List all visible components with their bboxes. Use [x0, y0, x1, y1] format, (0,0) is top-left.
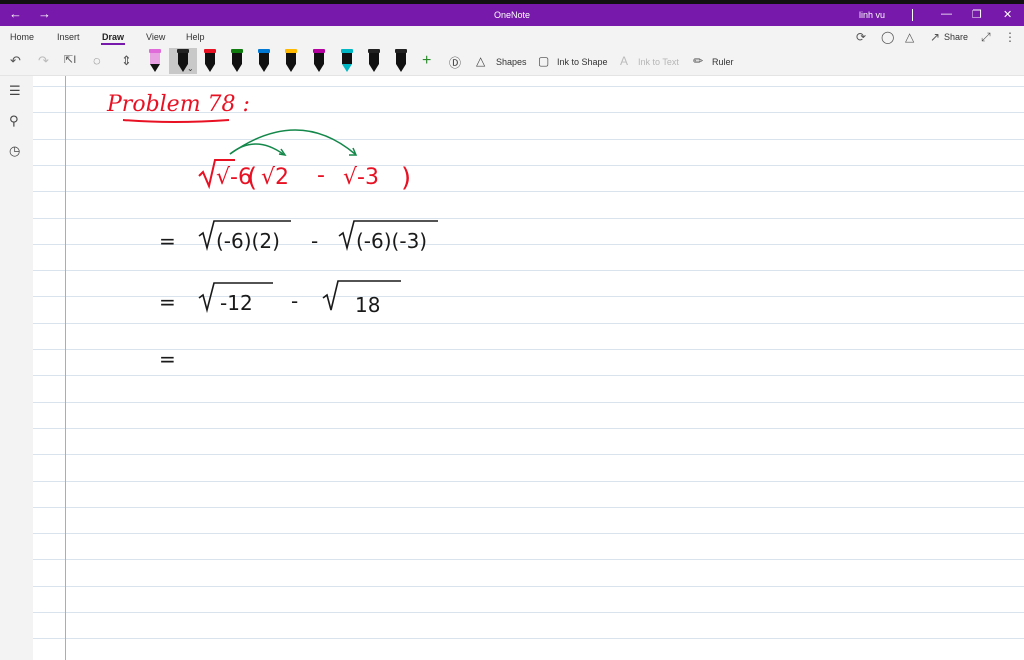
share-icon[interactable]: ↗: [930, 30, 940, 44]
tab-view[interactable]: View: [146, 32, 165, 42]
sync-icon[interactable]: ⟳: [856, 30, 866, 44]
step2-left: -12: [220, 291, 253, 315]
active-tab-underline: [101, 43, 125, 45]
ink-to-shape-button[interactable]: Ink to Shape: [557, 57, 608, 67]
tab-help[interactable]: Help: [186, 32, 205, 42]
share-button[interactable]: Share: [944, 32, 968, 42]
highlighter-icon[interactable]: [340, 48, 354, 72]
step1-right: (-6)(-3): [356, 229, 427, 253]
pen-dropdown-chevron-icon[interactable]: ⌄: [187, 64, 194, 73]
step2-right: 18: [355, 293, 380, 317]
note-canvas[interactable]: Problem 78 : √-6 ( √2 - √-3 ) = (-6)(2) …: [33, 76, 1024, 660]
step3-equals: =: [159, 347, 176, 371]
step2-equals: =: [159, 290, 176, 314]
ink-layer: Problem 78 : √-6 ( √2 - √-3 ) = (-6)(2) …: [106, 92, 438, 371]
lasso-select-icon[interactable]: ⇱I: [64, 53, 76, 66]
bell-icon[interactable]: △: [905, 30, 914, 44]
lightbulb-icon[interactable]: ◯: [881, 30, 894, 44]
pen-icon[interactable]: [367, 48, 381, 72]
step2-op: -: [291, 289, 298, 313]
minimize-icon[interactable]: —: [941, 8, 952, 20]
pen-icon[interactable]: [284, 48, 298, 72]
pen-icon[interactable]: [203, 48, 217, 72]
step1-left: (-6)(2): [216, 229, 280, 253]
ink-replay-icon[interactable]: Ⓓ: [449, 54, 461, 71]
pen-icon[interactable]: [312, 48, 326, 72]
notebooks-icon[interactable]: ☰: [9, 83, 21, 99]
ink-to-text-button: Ink to Text: [638, 57, 679, 67]
ink-to-text-icon: A: [620, 54, 629, 68]
expr-term-2: √2: [261, 165, 289, 190]
expr-close-paren: ): [401, 163, 411, 193]
highlighter-pen-icon[interactable]: [148, 48, 162, 72]
add-space-icon[interactable]: ◌: [93, 53, 101, 68]
distribute-arrow-long: [229, 129, 356, 155]
title-separator: [912, 9, 913, 21]
redo-icon: ↷: [38, 53, 49, 68]
pen-icon[interactable]: [257, 48, 271, 72]
left-sidebar: ☰ ⚲ ◷: [0, 76, 33, 660]
insert-space-icon[interactable]: ⇕: [121, 53, 132, 69]
close-icon[interactable]: ✕: [1003, 8, 1012, 21]
pen-icon[interactable]: [394, 48, 408, 72]
user-name[interactable]: linh vu: [859, 10, 885, 20]
expand-icon[interactable]: ⤢: [981, 30, 991, 45]
step1-equals: =: [159, 229, 176, 253]
undo-icon[interactable]: ↶: [10, 53, 21, 69]
ribbon-tabs: Home Insert Draw View Help ⟳ ◯ △ ↗ Share…: [0, 26, 1024, 46]
ink-to-shape-icon[interactable]: ▢: [538, 54, 549, 68]
problem-heading: Problem 78 :: [106, 92, 250, 117]
add-pen-icon[interactable]: +: [422, 52, 431, 70]
heading-underline: [122, 119, 230, 123]
shapes-icon[interactable]: △: [476, 54, 485, 68]
tab-draw[interactable]: Draw: [102, 32, 124, 42]
ruler-button[interactable]: Ruler: [712, 57, 734, 67]
restore-icon[interactable]: ❐: [972, 8, 982, 21]
tab-insert[interactable]: Insert: [57, 32, 80, 42]
title-bar: ← → OneNote linh vu — ❐ ✕: [0, 4, 1024, 26]
pen-icon[interactable]: [230, 48, 244, 72]
search-icon[interactable]: ⚲: [9, 113, 19, 129]
shapes-button[interactable]: Shapes: [496, 57, 527, 67]
expr-open-paren: (: [247, 163, 257, 193]
more-options-icon[interactable]: ⋮: [1004, 30, 1016, 44]
expr-term-3: √-3: [343, 165, 379, 190]
ruler-icon[interactable]: ✏: [693, 54, 703, 68]
recent-notes-icon[interactable]: ◷: [9, 143, 20, 159]
expr-minus: -: [317, 163, 325, 188]
step1-op: -: [311, 229, 318, 253]
tab-home[interactable]: Home: [10, 32, 34, 42]
